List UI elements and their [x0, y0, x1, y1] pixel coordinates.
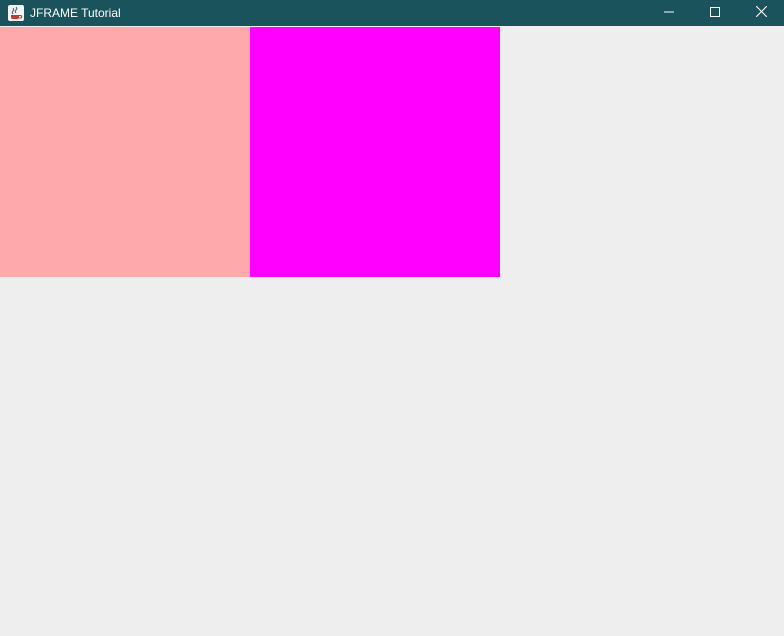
java-coffee-cup-icon[interactable] — [8, 5, 24, 21]
magenta-panel — [250, 27, 500, 277]
close-icon — [755, 4, 767, 22]
maximize-button[interactable] — [692, 0, 738, 26]
window-title: JFRAME Tutorial — [30, 6, 121, 20]
minimize-button[interactable] — [646, 0, 692, 26]
pink-panel — [0, 27, 250, 277]
window-controls — [646, 0, 784, 26]
title-bar[interactable]: JFRAME Tutorial — [0, 0, 784, 26]
content-pane — [0, 27, 784, 636]
minimize-icon — [664, 4, 674, 22]
app-window: JFRAME Tutorial — [0, 0, 784, 636]
maximize-icon — [710, 4, 720, 22]
close-button[interactable] — [738, 0, 784, 26]
